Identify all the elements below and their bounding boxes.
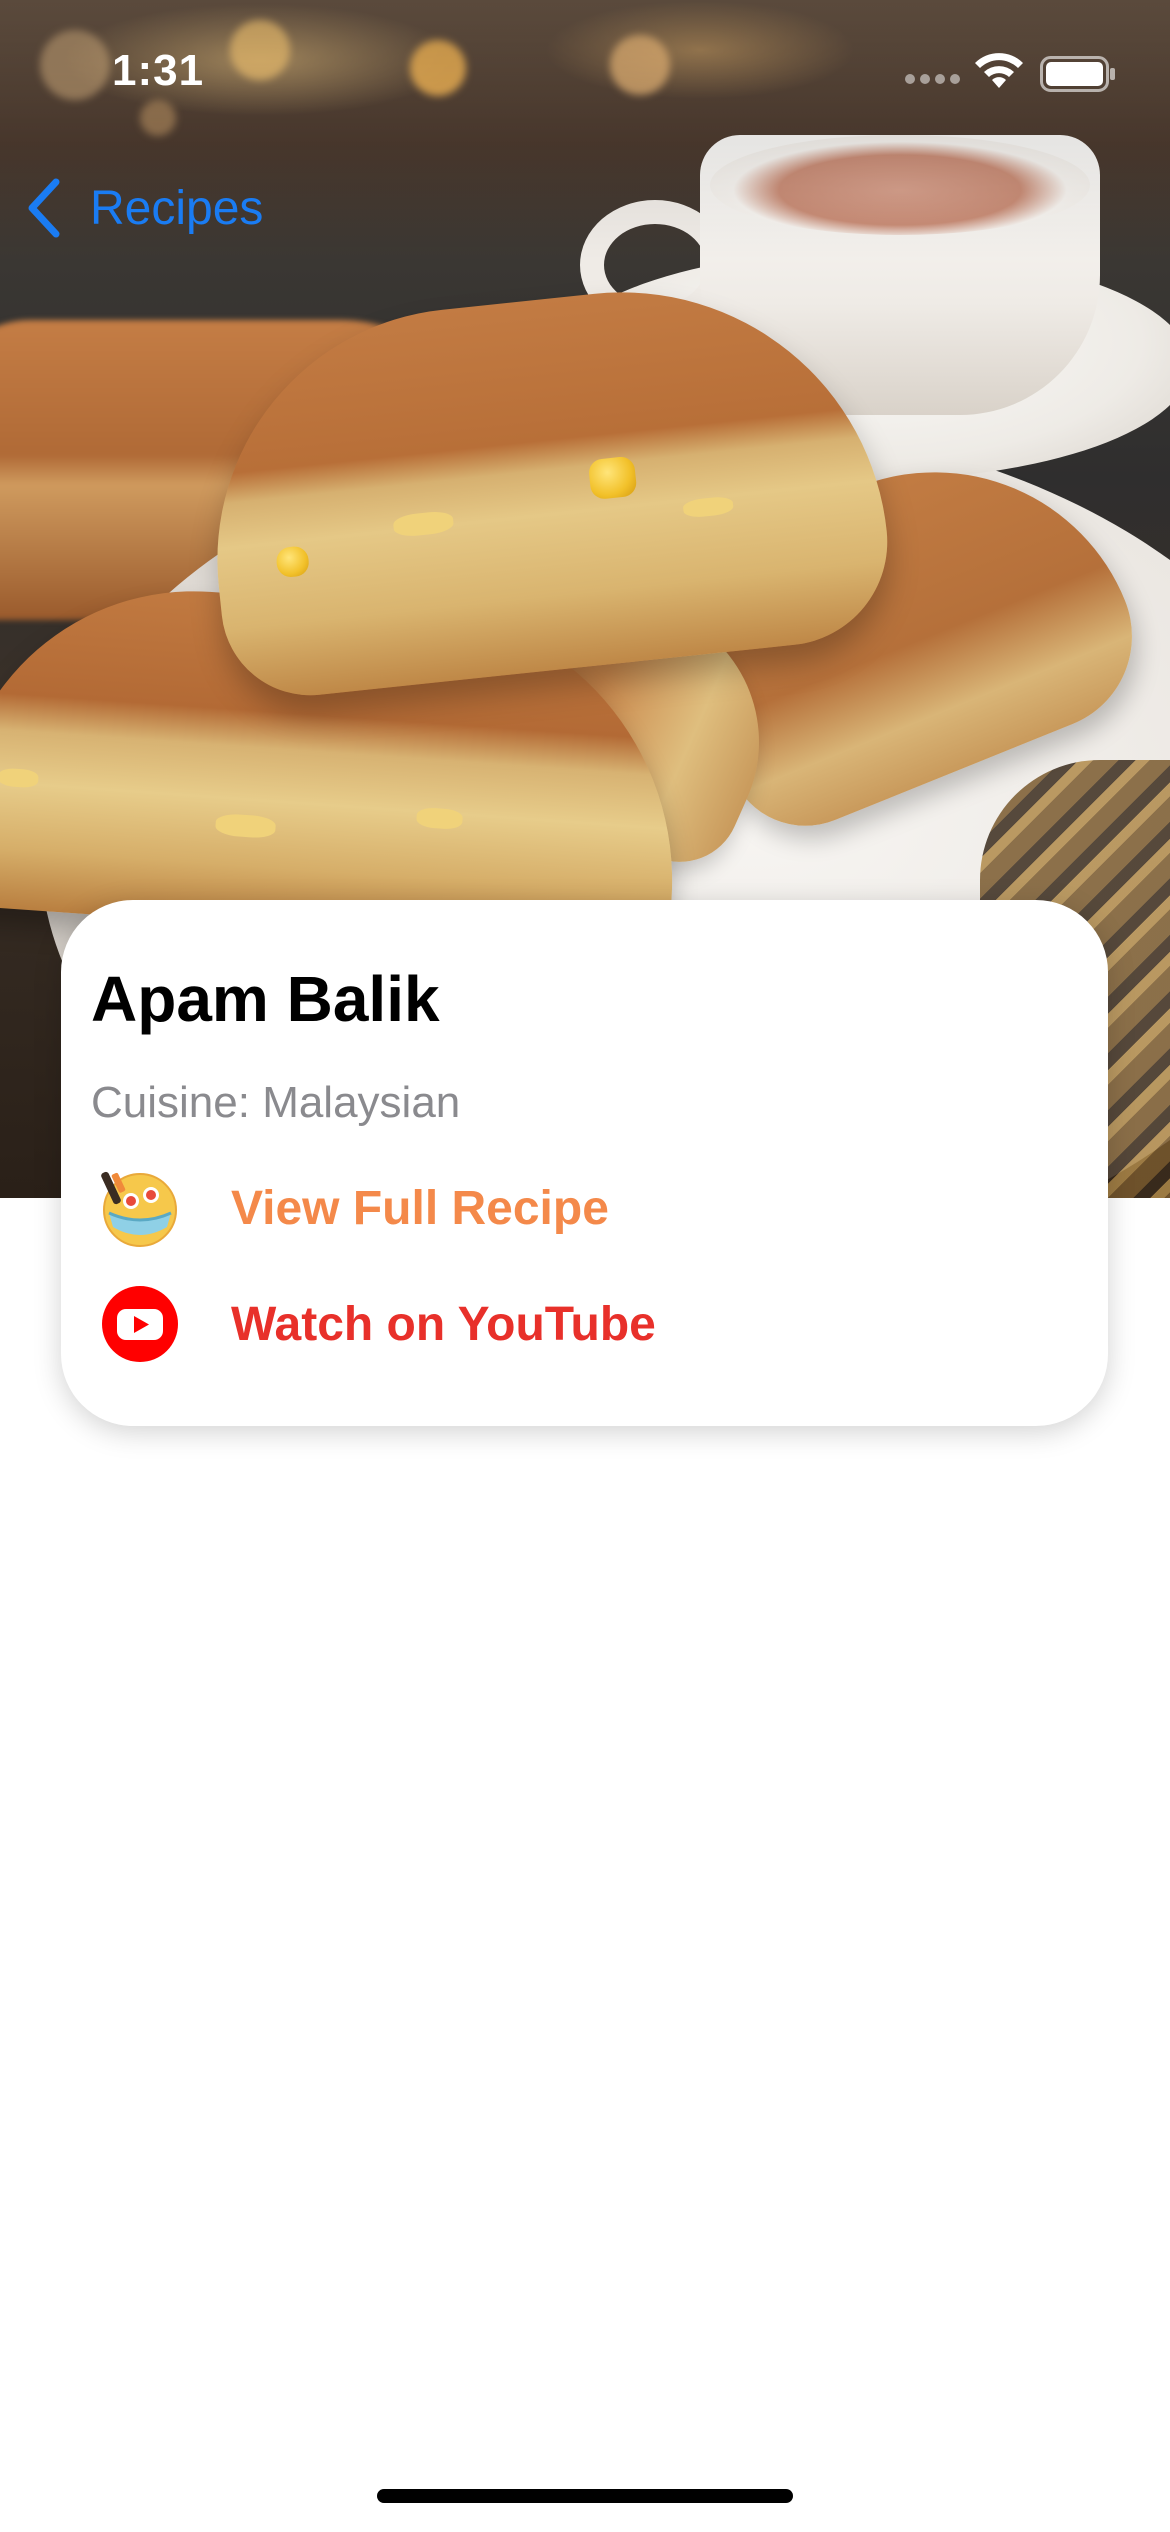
home-indicator [377, 2489, 793, 2503]
back-button-label: Recipes [90, 181, 264, 235]
chevron-left-icon [28, 178, 60, 238]
wifi-icon [975, 53, 1023, 88]
cellular-signal-icon [905, 74, 961, 84]
youtube-icon [102, 1286, 178, 1362]
recipe-info-card: Apam Balik Cuisine: Malaysian View Full … [61, 900, 1108, 1426]
watch-on-youtube-label: Watch on YouTube [231, 1297, 656, 1351]
recipe-detail-screen: 1:31 Recipes Apam Balik Cuisine: Malaysi… [0, 0, 1170, 2532]
view-full-recipe-link[interactable]: View Full Recipe [101, 1168, 609, 1248]
status-time: 1:31 [112, 46, 205, 95]
battery-icon [1040, 56, 1115, 92]
watch-on-youtube-link[interactable]: Watch on YouTube [101, 1284, 656, 1364]
recipe-title: Apam Balik [91, 963, 440, 1035]
recipe-bowl-icon [101, 1171, 177, 1247]
back-button[interactable]: Recipes [22, 170, 263, 246]
view-full-recipe-label: View Full Recipe [231, 1181, 609, 1235]
recipe-cuisine: Cuisine: Malaysian [91, 1078, 461, 1127]
